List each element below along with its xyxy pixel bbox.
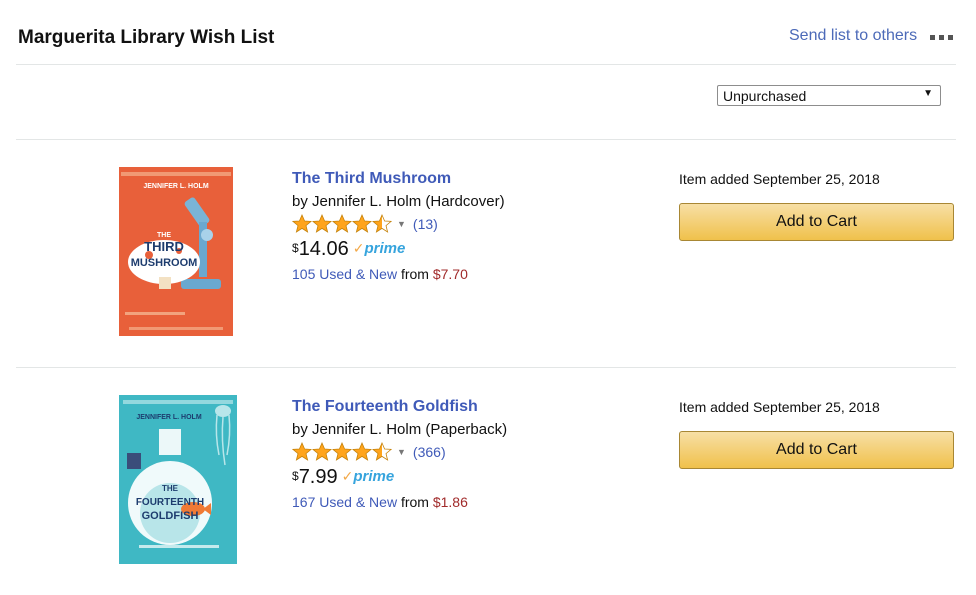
rating-caret-icon[interactable]: ▼ (397, 219, 406, 229)
item-added-date: Item added September 25, 2018 (679, 399, 880, 415)
offers-row: 167 Used & New from $1.86 (292, 494, 468, 510)
prime-label: prime (364, 240, 406, 257)
used-new-offers-link[interactable]: 167 Used & New (292, 494, 397, 510)
rating-count-link[interactable]: (366) (413, 444, 446, 460)
prime-badge: ✓ prime (353, 240, 406, 257)
prime-check-icon: ✓ (341, 468, 354, 484)
list-title: Marguerita Library Wish List (18, 27, 275, 48)
offers-price: $7.70 (432, 266, 468, 282)
used-new-offers-link[interactable]: 105 Used & New (292, 266, 397, 282)
filter-row: Unpurchased ▼ (16, 65, 956, 140)
cover-title-line: THE (162, 484, 179, 493)
wishlist-item: JENNIFER L. HOLM THE FOURTEENTH GOLDFISH… (16, 368, 956, 595)
item-title-link[interactable]: The Third Mushroom (292, 170, 451, 188)
cover-title-line: THE (157, 232, 171, 239)
prime-label: prime (353, 468, 395, 485)
price-currency: $ (292, 469, 299, 483)
cover-title-line: THIRD (144, 239, 184, 254)
cover-title-line: FOURTEENTH (136, 497, 204, 508)
purchase-filter-select[interactable]: Unpurchased ▼ (717, 85, 941, 106)
star-rating-icon[interactable] (292, 442, 392, 462)
item-price: 14.06 (298, 238, 349, 260)
price-currency: $ (292, 241, 299, 255)
star-rating-icon[interactable] (292, 214, 392, 234)
wishlist-item: JENNIFER L. HOLM THE THIRD MUSHROOM The … (16, 140, 956, 368)
filter-selected-value: Unpurchased (723, 88, 807, 104)
list-header: Marguerita Library Wish List Send list t… (16, 0, 956, 65)
rating-caret-icon[interactable]: ▼ (397, 447, 406, 457)
item-byline: by Jennifer L. Holm (Paperback) (292, 421, 508, 438)
item-rating: ▼ (366) (292, 442, 446, 462)
more-options-icon[interactable] (930, 35, 954, 41)
item-rating: ▼ (13) (292, 214, 438, 234)
item-byline: by Jennifer L. Holm (Hardcover) (292, 193, 505, 210)
cover-author: JENNIFER L. HOLM (143, 183, 209, 190)
prime-badge: ✓ prime (342, 468, 395, 485)
add-to-cart-button[interactable]: Add to Cart (679, 431, 954, 469)
cover-title-line: GOLDFISH (142, 510, 199, 522)
cover-title-line: MUSHROOM (131, 257, 198, 269)
cover-author: JENNIFER L. HOLM (136, 414, 202, 421)
chevron-down-icon: ▼ (923, 88, 933, 99)
add-to-cart-button[interactable]: Add to Cart (679, 203, 954, 241)
offers-row: 105 Used & New from $7.70 (292, 266, 468, 282)
book-cover-image[interactable]: JENNIFER L. HOLM THE FOURTEENTH GOLDFISH (119, 395, 237, 564)
send-list-link[interactable]: Send list to others (789, 27, 917, 45)
offers-price: $1.86 (432, 494, 468, 510)
item-price: 7.99 (298, 466, 338, 488)
price-row: $ 7.99 ✓ prime (292, 466, 394, 492)
offers-from-text: from (400, 266, 433, 282)
price-row: $ 14.06 ✓ prime (292, 238, 405, 264)
item-title-link[interactable]: The Fourteenth Goldfish (292, 398, 478, 416)
rating-count-link[interactable]: (13) (413, 216, 438, 232)
book-cover-image[interactable]: JENNIFER L. HOLM THE THIRD MUSHROOM (119, 167, 233, 336)
prime-check-icon: ✓ (352, 240, 365, 256)
offers-from-text: from (400, 494, 433, 510)
item-added-date: Item added September 25, 2018 (679, 171, 880, 187)
